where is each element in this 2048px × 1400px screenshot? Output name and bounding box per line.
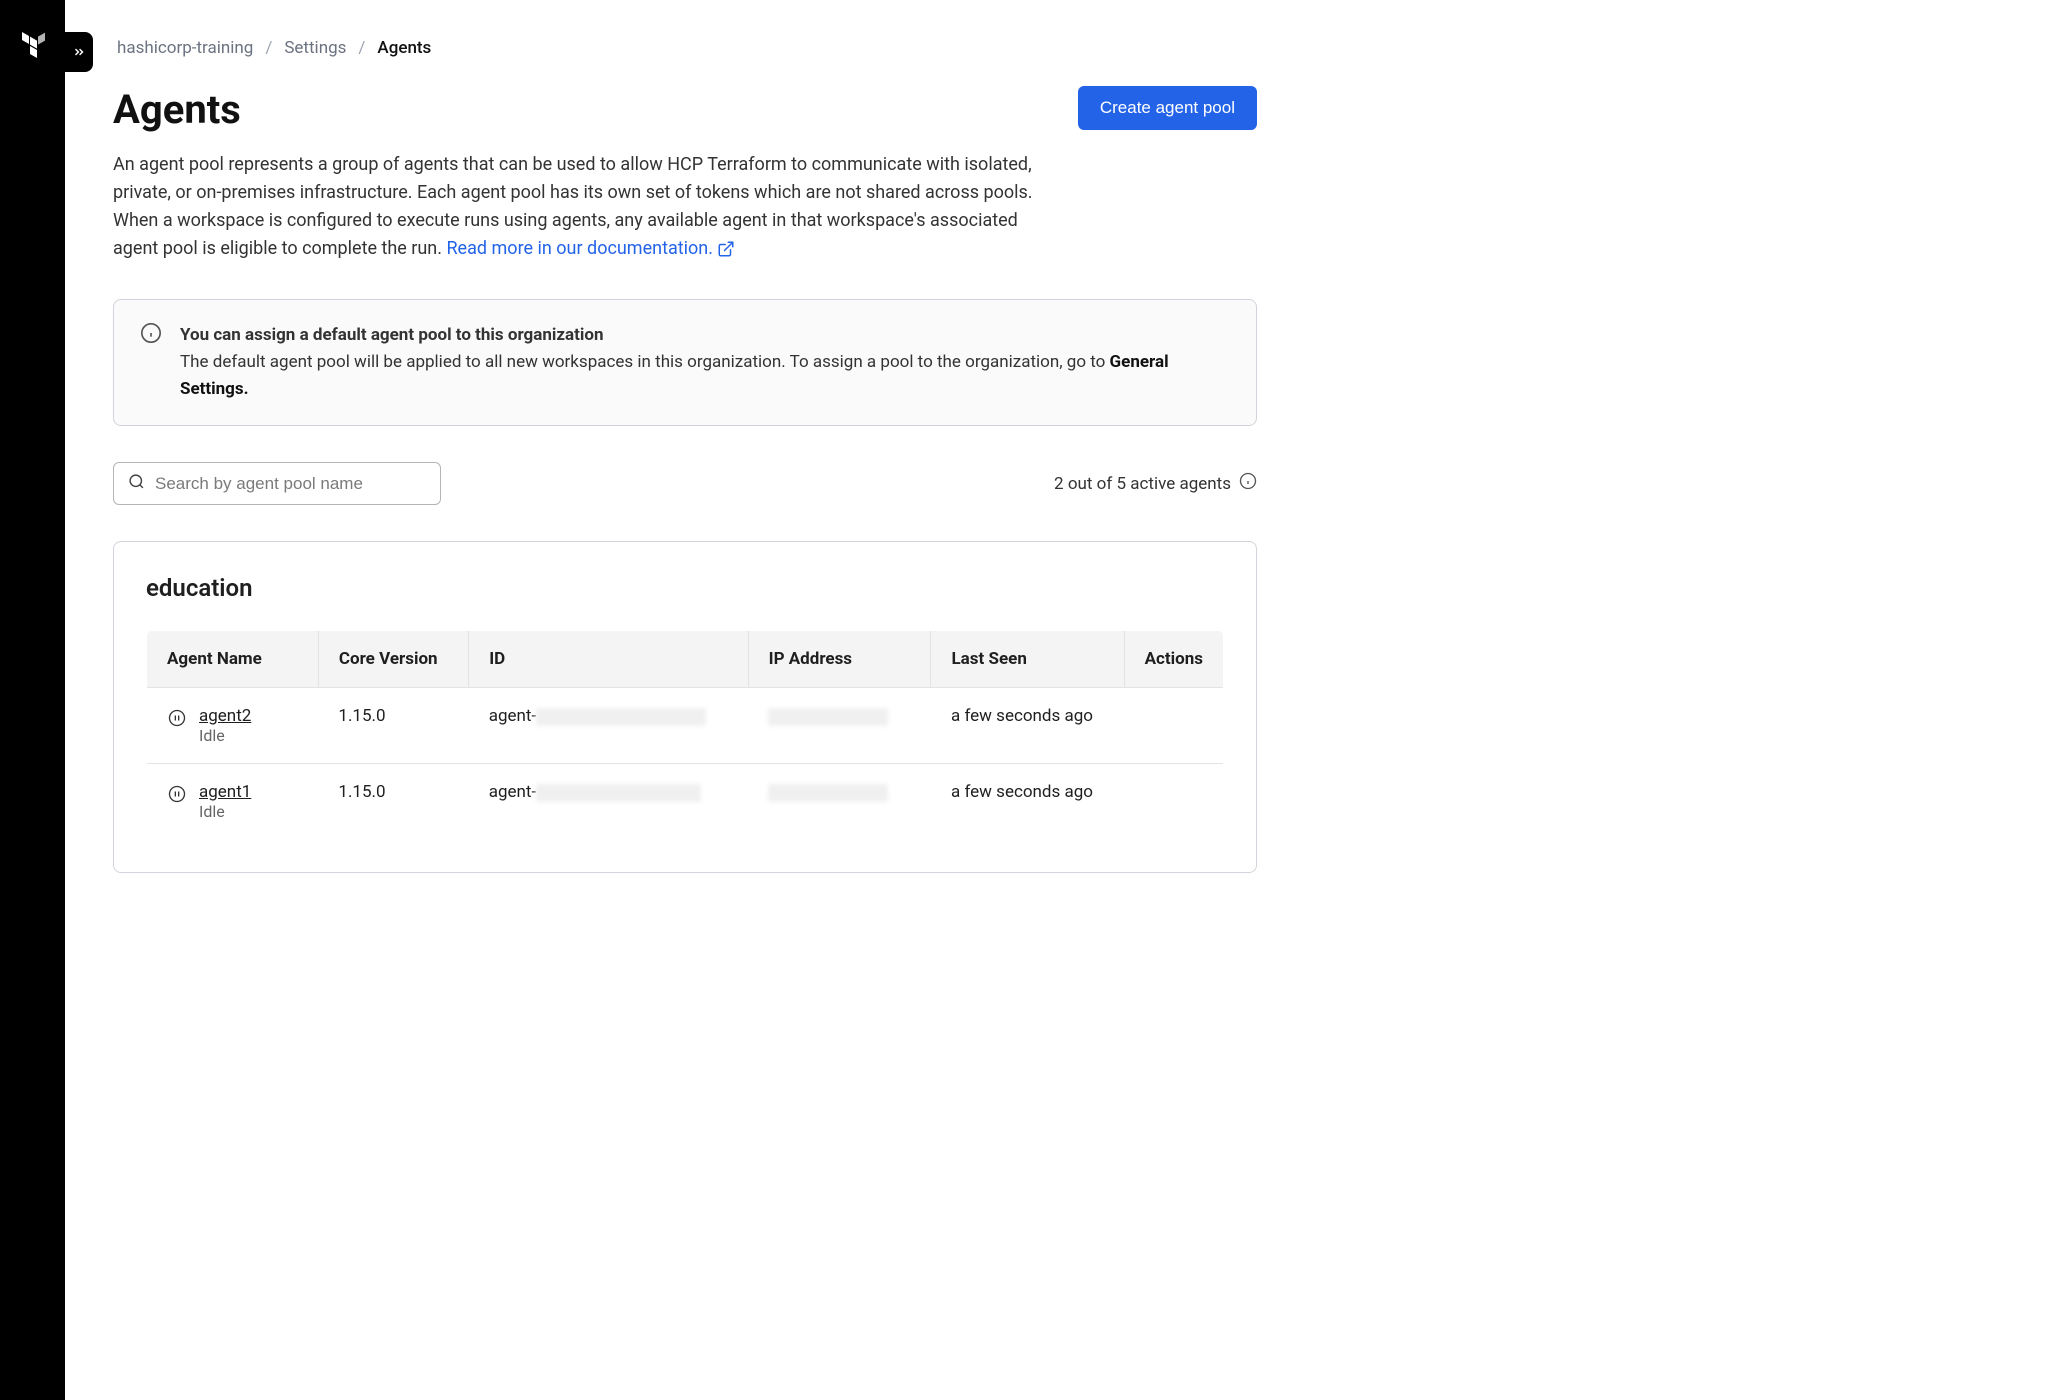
breadcrumb: hashicorp-training / Settings / Agents: [117, 38, 1257, 58]
breadcrumb-org[interactable]: hashicorp-training: [117, 38, 253, 58]
column-header-seen: Last Seen: [931, 631, 1124, 688]
breadcrumb-section[interactable]: Settings: [284, 38, 346, 58]
agent-actions: [1124, 688, 1223, 764]
info-banner-body: The default agent pool will be applied t…: [180, 352, 1110, 372]
agent-last-seen: a few seconds ago: [931, 688, 1124, 764]
agent-ip: [748, 688, 931, 764]
agent-count: 2 out of 5 active agents: [1054, 472, 1257, 495]
agent-pool-card: education Agent Name Core Version ID IP …: [113, 541, 1257, 873]
search-icon: [128, 473, 145, 494]
main-content: hashicorp-training / Settings / Agents A…: [65, 0, 1305, 1400]
agent-name-link[interactable]: agent2: [199, 706, 251, 726]
column-header-name: Agent Name: [147, 631, 319, 688]
search-input[interactable]: [155, 474, 426, 494]
column-header-ip: IP Address: [748, 631, 931, 688]
external-link-icon: [717, 240, 735, 258]
agent-id: agent-: [469, 764, 748, 840]
create-agent-pool-button[interactable]: Create agent pool: [1078, 86, 1257, 130]
agent-actions: [1124, 764, 1223, 840]
terraform-logo-icon: [22, 32, 46, 63]
agent-id: agent-: [469, 688, 748, 764]
column-header-id: ID: [469, 631, 748, 688]
table-row: agent2 Idle 1.15.0 agent- a few seconds …: [147, 688, 1224, 764]
agent-idle-icon: [167, 784, 187, 809]
info-banner-title: You can assign a default agent pool to t…: [180, 325, 604, 345]
column-header-core: Core Version: [318, 631, 468, 688]
default-pool-info-banner: You can assign a default agent pool to t…: [113, 299, 1257, 427]
sidebar: [0, 0, 65, 1400]
page-description: An agent pool represents a group of agen…: [113, 151, 1033, 263]
agent-pool-name[interactable]: education: [146, 574, 1224, 602]
agent-count-text: 2 out of 5 active agents: [1054, 474, 1231, 494]
docs-link[interactable]: Read more in our documentation.: [446, 238, 735, 259]
agent-ip: [748, 764, 931, 840]
agent-core-version: 1.15.0: [318, 688, 468, 764]
agent-idle-icon: [167, 708, 187, 733]
table-row: agent1 Idle 1.15.0 agent- a few seconds …: [147, 764, 1224, 840]
breadcrumb-separator: /: [358, 38, 365, 58]
info-icon[interactable]: [1239, 472, 1257, 495]
agent-core-version: 1.15.0: [318, 764, 468, 840]
agent-name-link[interactable]: agent1: [199, 782, 251, 802]
agent-status: Idle: [199, 726, 251, 745]
page-title: Agents: [113, 86, 241, 133]
breadcrumb-separator: /: [265, 38, 272, 58]
breadcrumb-current: Agents: [377, 38, 431, 58]
sidebar-expand-button[interactable]: [65, 32, 93, 72]
search-box[interactable]: [113, 462, 441, 505]
column-header-actions: Actions: [1124, 631, 1223, 688]
agents-table: Agent Name Core Version ID IP Address La…: [146, 630, 1224, 840]
agent-status: Idle: [199, 802, 251, 821]
info-icon: [140, 322, 162, 404]
agent-last-seen: a few seconds ago: [931, 764, 1124, 840]
